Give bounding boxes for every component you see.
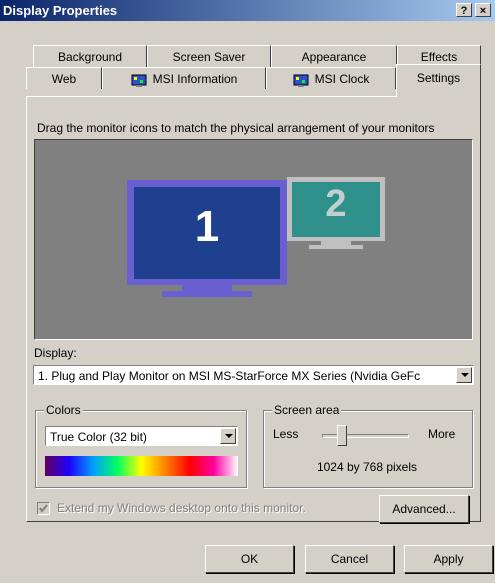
ok-button-label: OK bbox=[240, 552, 259, 566]
tab-label: MSI Clock bbox=[314, 72, 370, 86]
slider-track[interactable] bbox=[322, 434, 409, 438]
close-button[interactable]: × bbox=[475, 3, 491, 17]
display-icon bbox=[293, 73, 309, 87]
tab-label: Web bbox=[51, 72, 77, 86]
slider-less-label: Less bbox=[273, 427, 299, 441]
color-spectrum-bar bbox=[45, 456, 238, 476]
tab-label: MSI Information bbox=[152, 72, 238, 86]
advanced-button[interactable]: Advanced... bbox=[379, 495, 469, 523]
cancel-button[interactable]: Cancel bbox=[305, 545, 394, 573]
monitor-1[interactable]: 1 bbox=[127, 180, 287, 303]
apply-button-label: Apply bbox=[433, 552, 464, 566]
monitor-1-number: 1 bbox=[194, 202, 220, 251]
extend-label: Extend my Windows desktop onto this moni… bbox=[57, 501, 306, 515]
tab-msi-information[interactable]: MSI Information bbox=[102, 67, 266, 89]
checkmark-icon bbox=[39, 504, 48, 513]
tab-msi-clock[interactable]: MSI Clock bbox=[266, 67, 396, 89]
tab-settings[interactable]: Settings bbox=[396, 64, 481, 97]
screen-area-label: Screen area bbox=[272, 403, 342, 417]
monitor-preview-area: 1 2 bbox=[34, 139, 473, 340]
preview-instruction: Drag the monitor icons to match the phys… bbox=[37, 121, 435, 135]
tab-screen-saver[interactable]: Screen Saver bbox=[147, 45, 271, 67]
chevron-down-icon[interactable] bbox=[220, 428, 236, 444]
tab-appearance[interactable]: Appearance bbox=[271, 45, 397, 67]
tab-background[interactable]: Background bbox=[33, 45, 147, 67]
tab-label: Background bbox=[57, 50, 123, 64]
display-label: Display: bbox=[34, 346, 77, 360]
cancel-button-label: Cancel bbox=[330, 552, 369, 566]
tab-web[interactable]: Web bbox=[26, 67, 102, 89]
display-select-value: 1. Plug and Play Monitor on MSI MS-StarF… bbox=[38, 369, 421, 383]
monitor-2-number: 2 bbox=[325, 183, 347, 225]
slider-thumb[interactable] bbox=[337, 425, 348, 446]
tab-label: Effects bbox=[420, 50, 458, 64]
title-bar: Display Properties ? × bbox=[0, 0, 495, 21]
display-icon bbox=[131, 73, 147, 87]
display-select[interactable]: 1. Plug and Play Monitor on MSI MS-StarF… bbox=[33, 365, 474, 385]
advanced-button-label: Advanced... bbox=[392, 502, 456, 516]
resolution-text: 1024 by 768 pixels bbox=[316, 460, 418, 474]
slider-more-label: More bbox=[428, 427, 456, 441]
tab-label: Appearance bbox=[301, 50, 367, 64]
colors-label: Colors bbox=[44, 403, 83, 417]
monitor-2[interactable]: 2 bbox=[287, 177, 385, 260]
chevron-down-icon[interactable] bbox=[456, 367, 472, 383]
screen-area-group: Screen area bbox=[263, 403, 473, 488]
colors-select[interactable]: True Color (32 bit) bbox=[45, 426, 238, 446]
colors-group: Colors bbox=[35, 403, 247, 488]
window-title: Display Properties bbox=[3, 3, 118, 18]
colors-select-value: True Color (32 bit) bbox=[50, 430, 147, 444]
apply-button[interactable]: Apply bbox=[404, 545, 493, 573]
help-button[interactable]: ? bbox=[456, 3, 472, 17]
tab-label: Screen Saver bbox=[172, 50, 246, 64]
extend-checkbox[interactable] bbox=[37, 502, 50, 515]
ok-button[interactable]: OK bbox=[205, 545, 294, 573]
tab-label: Settings bbox=[416, 71, 461, 85]
